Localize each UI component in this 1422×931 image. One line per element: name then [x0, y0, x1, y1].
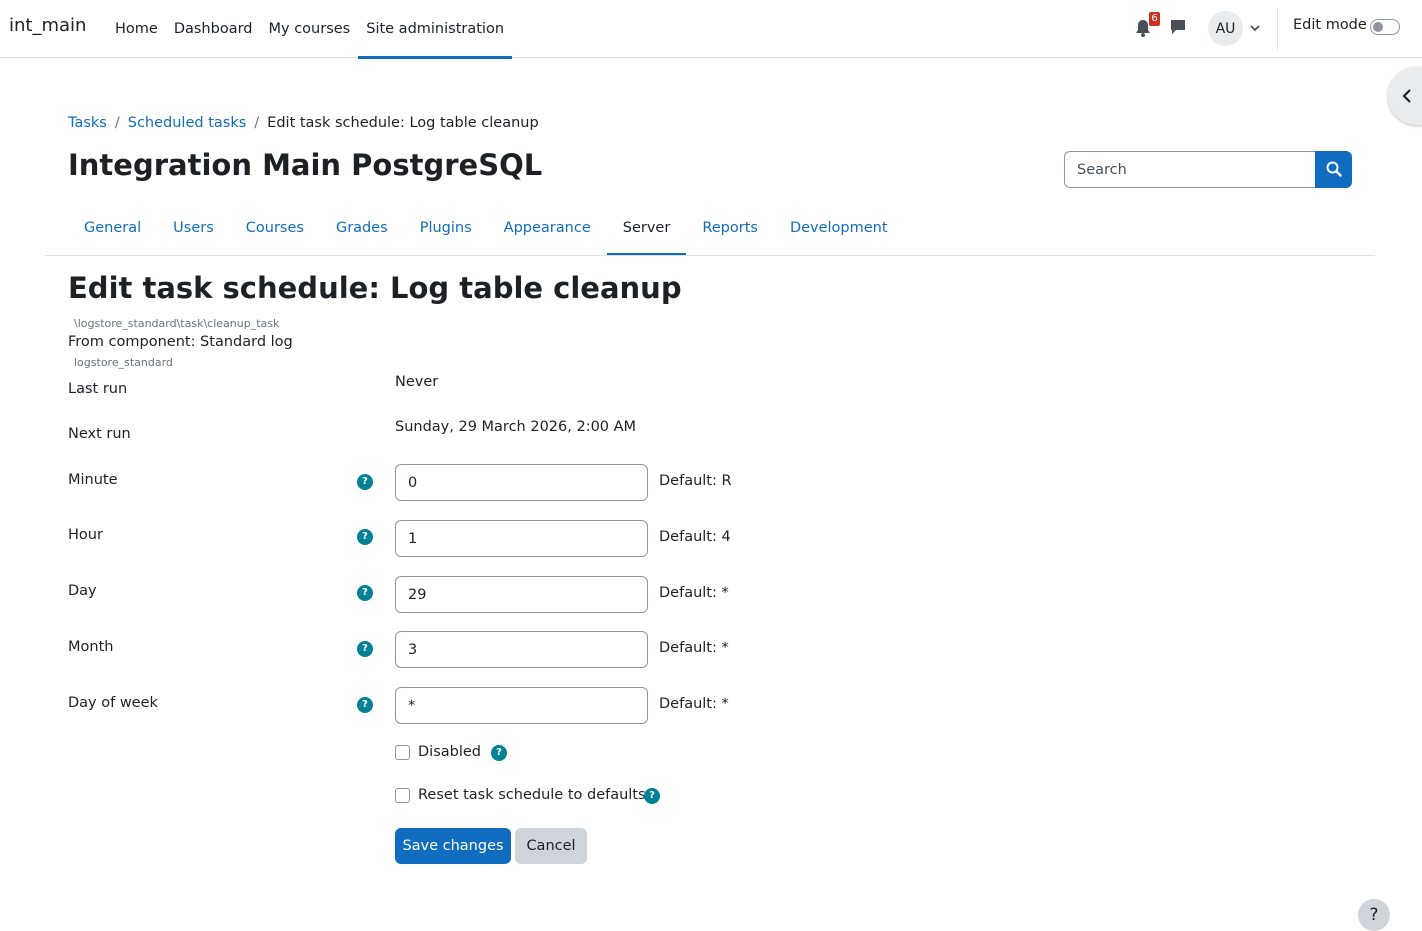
nav-home[interactable]: Home [107, 0, 166, 58]
nav-dashboard[interactable]: Dashboard [166, 0, 261, 58]
day-label: Day [68, 583, 97, 599]
tab-plugins[interactable]: Plugins [404, 200, 488, 256]
hour-label: Hour [68, 527, 103, 543]
chevron-down-icon[interactable] [1249, 22, 1261, 34]
day-of-week-default: Default: * [659, 696, 729, 712]
last-run-label: Last run [68, 381, 128, 397]
minute-input[interactable] [395, 464, 648, 501]
nav-my-courses[interactable]: My courses [261, 0, 359, 58]
search-button[interactable] [1315, 151, 1352, 188]
month-default: Default: * [659, 640, 729, 656]
edit-mode-label: Edit mode [1293, 17, 1367, 33]
month-input[interactable] [395, 631, 648, 668]
nav-site-administration[interactable]: Site administration [358, 0, 512, 59]
hour-input[interactable] [395, 520, 648, 557]
day-default: Default: * [659, 585, 729, 601]
breadcrumb-separator: / [254, 115, 260, 131]
chevron-left-icon [1402, 89, 1411, 103]
tab-appearance[interactable]: Appearance [488, 200, 607, 256]
toggle-knob [1373, 22, 1383, 32]
breadcrumb-scheduled-tasks[interactable]: Scheduled tasks [128, 115, 247, 131]
secondary-nav-divider [45, 255, 1375, 256]
breadcrumb-current: Edit task schedule: Log table cleanup [267, 115, 539, 131]
disabled-checkbox-label[interactable]: Disabled [418, 744, 481, 760]
site-brand[interactable]: int_main [9, 15, 86, 36]
breadcrumb: Tasks / Scheduled tasks / Edit task sche… [68, 115, 539, 131]
open-drawer-button[interactable] [1388, 67, 1422, 125]
breadcrumb-tasks[interactable]: Tasks [68, 115, 107, 131]
user-avatar[interactable]: AU [1208, 11, 1243, 46]
tab-reports[interactable]: Reports [686, 200, 774, 256]
tab-courses[interactable]: Courses [230, 200, 320, 256]
tab-grades[interactable]: Grades [320, 200, 404, 256]
tab-server[interactable]: Server [606, 200, 687, 256]
save-changes-button[interactable]: Save changes [395, 828, 511, 864]
primary-navigation: Home Dashboard My courses Site administr… [107, 0, 512, 59]
chat-icon[interactable] [1169, 18, 1187, 36]
tab-development[interactable]: Development [774, 200, 904, 256]
tab-general[interactable]: General [68, 200, 157, 256]
next-run-label: Next run [68, 426, 131, 442]
day-of-week-help-icon[interactable]: ? [357, 697, 373, 713]
notification-count-badge: 6 [1149, 12, 1160, 26]
page-heading: Edit task schedule: Log table cleanup [68, 271, 682, 305]
day-help-icon[interactable]: ? [357, 585, 373, 601]
minute-help-icon[interactable]: ? [357, 474, 373, 490]
edit-mode-toggle[interactable] [1370, 19, 1400, 35]
task-class-name: \logstore_standard\task\cleanup_task [74, 317, 280, 330]
day-input[interactable] [395, 576, 648, 613]
search-icon [1326, 161, 1342, 177]
site-title: Integration Main PostgreSQL [68, 148, 543, 182]
day-of-week-label: Day of week [68, 695, 158, 711]
month-help-icon[interactable]: ? [357, 641, 373, 657]
reset-defaults-checkbox[interactable] [395, 788, 410, 803]
breadcrumb-separator: / [114, 115, 120, 131]
hour-help-icon[interactable]: ? [357, 529, 373, 545]
month-label: Month [68, 639, 114, 655]
tab-users[interactable]: Users [157, 200, 230, 256]
disabled-checkbox[interactable] [395, 745, 410, 760]
minute-default: Default: R [659, 473, 732, 489]
last-run-value: Never [395, 374, 439, 390]
hour-default: Default: 4 [659, 529, 731, 545]
reset-defaults-help-icon[interactable]: ? [644, 788, 660, 804]
next-run-value: Sunday, 29 March 2026, 2:00 AM [395, 419, 637, 435]
top-navbar: int_main Home Dashboard My courses Site … [0, 0, 1422, 59]
day-of-week-input[interactable] [395, 687, 648, 724]
reset-defaults-checkbox-label[interactable]: Reset task schedule to defaults [418, 787, 646, 803]
minute-label: Minute [68, 472, 118, 488]
disabled-help-icon[interactable]: ? [491, 745, 507, 761]
search-input[interactable] [1064, 151, 1316, 188]
secondary-navigation: General Users Courses Grades Plugins App… [68, 200, 904, 256]
navbar-divider [1277, 8, 1278, 50]
component-code: logstore_standard [74, 356, 173, 369]
component-line: From component: Standard log [68, 334, 293, 350]
search-form [1064, 151, 1352, 188]
cancel-button[interactable]: Cancel [515, 828, 587, 864]
footer-help-button[interactable]: ? [1358, 899, 1390, 931]
